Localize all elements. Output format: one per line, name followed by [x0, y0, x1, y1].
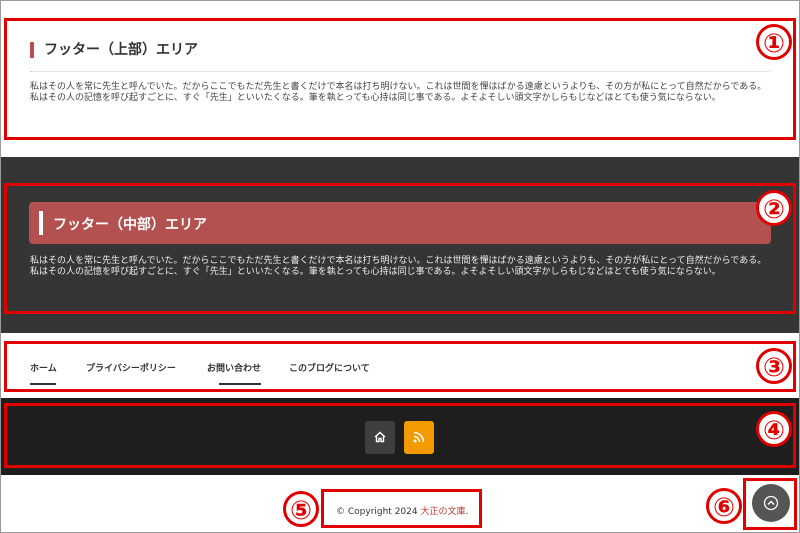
annotation-number-2: ②: [756, 190, 792, 226]
annotation-box-5: [321, 489, 482, 528]
annotation-number-3: ③: [756, 348, 792, 384]
annotation-box-1: [4, 18, 796, 140]
annotation-box-4: [4, 403, 796, 468]
annotation-number-6: ⑥: [706, 488, 742, 524]
annotation-number-5: ⑤: [283, 491, 319, 527]
annotation-box-3: [4, 341, 796, 392]
annotation-box-2: [4, 183, 796, 314]
annotation-box-6: [743, 478, 797, 530]
annotation-number-1: ①: [756, 24, 792, 60]
annotation-number-4: ④: [756, 411, 792, 447]
